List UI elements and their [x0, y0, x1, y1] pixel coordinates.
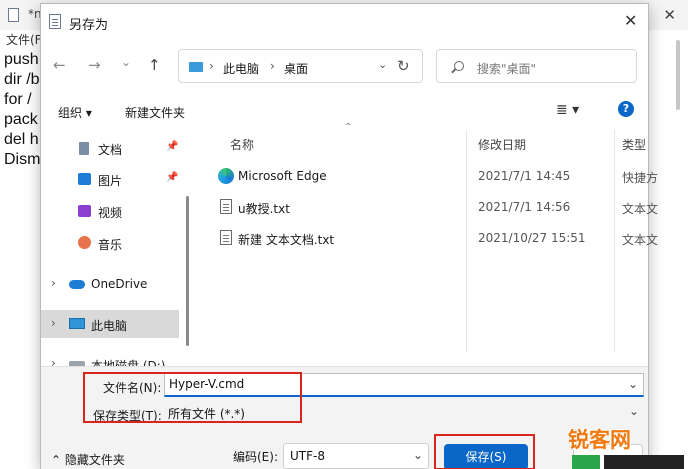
sidebar-item-label: 音乐 [98, 238, 123, 252]
music-icon [78, 236, 91, 249]
view-options-icon[interactable]: ≣ ▾ [556, 102, 579, 118]
expand-chevron-icon[interactable]: › [51, 276, 56, 290]
text-file-icon [220, 199, 232, 214]
file-type: 文本文 [622, 233, 659, 247]
notepad-scrollbar[interactable] [676, 40, 680, 110]
save-as-dialog: 另存为 ✕ ← → ⌄ ↑ › 此电脑 › 桌面 ⌄ ↻ 搜索"桌面" 组织 ▾… [40, 3, 658, 469]
videos-icon [78, 205, 91, 217]
pin-icon: 📌 [166, 141, 179, 152]
sidebar-item-label: 文档 [98, 143, 123, 157]
pin-icon: 📌 [166, 172, 179, 183]
highlight-box-save [434, 434, 535, 469]
sidebar-item-label: 此电脑 [91, 319, 128, 333]
search-placeholder: 搜索"桌面" [477, 62, 537, 76]
notepad-line: Dism [4, 151, 41, 168]
column-header-name[interactable]: 名称 [230, 136, 254, 153]
chevron-down-icon[interactable]: ⌄ [629, 404, 639, 418]
sidebar-item-pictures[interactable]: 图片 📌 [41, 165, 179, 193]
expand-chevron-icon[interactable]: › [51, 356, 56, 366]
breadcrumb-desktop[interactable]: 桌面 [284, 60, 308, 77]
breadcrumb-this-pc[interactable]: 此电脑 [223, 60, 259, 77]
expand-chevron-icon[interactable]: › [51, 316, 56, 330]
edge-browser-icon [218, 168, 234, 184]
sidebar-scrollbar[interactable] [186, 196, 189, 346]
watermark-logo: 锐客网 [568, 428, 631, 452]
encoding-value: UTF-8 [290, 449, 325, 463]
text-file-icon [220, 230, 232, 245]
hide-folders-toggle[interactable]: ⌃ 隐藏文件夹 [51, 451, 125, 468]
sort-ascending-icon: ⌃ [344, 122, 353, 133]
sidebar-item-local-disk-d[interactable]: › 本地磁盘 (D:) [41, 350, 179, 366]
column-header-type[interactable]: 类型 [622, 136, 646, 153]
new-folder-button[interactable]: 新建文件夹 [125, 104, 185, 121]
chevron-down-icon[interactable]: ⌄ [413, 448, 423, 462]
search-icon [454, 61, 464, 71]
this-pc-icon [189, 62, 203, 72]
sidebar-item-documents[interactable]: 文档 📌 [41, 134, 179, 162]
this-pc-icon [69, 318, 85, 329]
sidebar-item-videos[interactable]: 视频 [41, 197, 179, 225]
encoding-label: 编码(E): [233, 450, 278, 464]
organize-menu-button[interactable]: 组织 ▾ [58, 104, 92, 121]
navigation-pane: 文档 📌 图片 📌 视频 音乐 › OneDrive › 此电脑 › 本地磁盘 … [41, 128, 191, 366]
notepad-doc-icon [49, 14, 61, 29]
chevron-down-icon[interactable]: ⌄ [628, 377, 638, 391]
notepad-line: del h [4, 131, 39, 148]
dialog-title: 另存为 [69, 18, 109, 33]
breadcrumb-chevron-icon[interactable]: › [209, 59, 214, 73]
watermark-logo-graphic [604, 455, 684, 469]
back-arrow-icon[interactable]: ← [53, 56, 66, 74]
recent-locations-chevron-icon[interactable]: ⌄ [121, 53, 131, 71]
notepad-line: push [4, 51, 39, 68]
dialog-footer: ⌃ 隐藏文件夹 编码(E): UTF-8 ⌄ 保存(S) [41, 428, 648, 469]
sidebar-item-music[interactable]: 音乐 [41, 229, 179, 257]
notepad-text-area[interactable]: push dir /b for / pack del h Dism [4, 50, 40, 170]
onedrive-cloud-icon [69, 280, 85, 289]
notepad-close-icon[interactable]: ✕ [663, 6, 676, 24]
file-list: ⌃ 名称 修改日期 类型 Microsoft Edge 2021/7/1 14:… [201, 122, 658, 366]
help-icon[interactable]: ? [618, 101, 634, 117]
file-type: 文本文 [622, 202, 659, 216]
file-name: Microsoft Edge [238, 169, 327, 183]
file-list-horizontal-scrollbar[interactable] [201, 352, 648, 366]
notepad-line: for / [4, 91, 32, 108]
file-row[interactable]: 新建 文本文档.txt 2021/10/27 15:51 文本文 [201, 225, 658, 253]
sidebar-item-label: OneDrive [91, 277, 148, 291]
sidebar-item-label: 图片 [98, 174, 123, 188]
forward-arrow-icon[interactable]: → [88, 56, 101, 74]
file-row[interactable]: Microsoft Edge 2021/7/1 14:45 快捷方 [201, 163, 658, 191]
file-date: 2021/7/1 14:56 [478, 200, 571, 214]
file-name: 新建 文本文档.txt [238, 233, 335, 247]
dialog-titlebar: 另存为 ✕ [41, 4, 648, 38]
up-arrow-icon[interactable]: ↑ [148, 56, 161, 74]
search-box[interactable]: 搜索"桌面" [436, 49, 637, 83]
pictures-icon [78, 173, 91, 185]
address-history-chevron-icon[interactable]: ⌄ [378, 58, 387, 71]
sidebar-item-onedrive[interactable]: › OneDrive [41, 270, 179, 298]
highlight-box-fields [83, 372, 302, 423]
encoding-select[interactable]: UTF-8 ⌄ [283, 443, 429, 469]
file-date: 2021/7/1 14:45 [478, 169, 571, 183]
sidebar-item-label: 视频 [98, 206, 123, 220]
file-date: 2021/10/27 15:51 [478, 231, 586, 245]
sidebar-item-this-pc[interactable]: › 此电脑 [41, 310, 179, 338]
breadcrumb-chevron-icon[interactable]: › [270, 59, 275, 73]
refresh-icon[interactable]: ↻ [397, 57, 410, 75]
notepad-line: dir /b [4, 71, 40, 88]
column-header-date[interactable]: 修改日期 [478, 136, 526, 153]
sidebar-item-label: 本地磁盘 (D:) [91, 359, 166, 366]
watermark-logo-graphic [572, 455, 600, 469]
notepad-right-edge [650, 30, 688, 469]
address-bar[interactable]: › 此电脑 › 桌面 ⌄ ↻ [178, 49, 423, 83]
notepad-line: pack [4, 111, 38, 128]
documents-icon [79, 142, 89, 155]
notepad-icon [8, 8, 19, 22]
file-type: 快捷方 [622, 171, 659, 185]
file-name: u教授.txt [238, 202, 290, 216]
hide-folders-label: 隐藏文件夹 [64, 453, 125, 467]
file-row[interactable]: u教授.txt 2021/7/1 14:56 文本文 [201, 194, 658, 222]
close-icon[interactable]: ✕ [624, 13, 637, 29]
